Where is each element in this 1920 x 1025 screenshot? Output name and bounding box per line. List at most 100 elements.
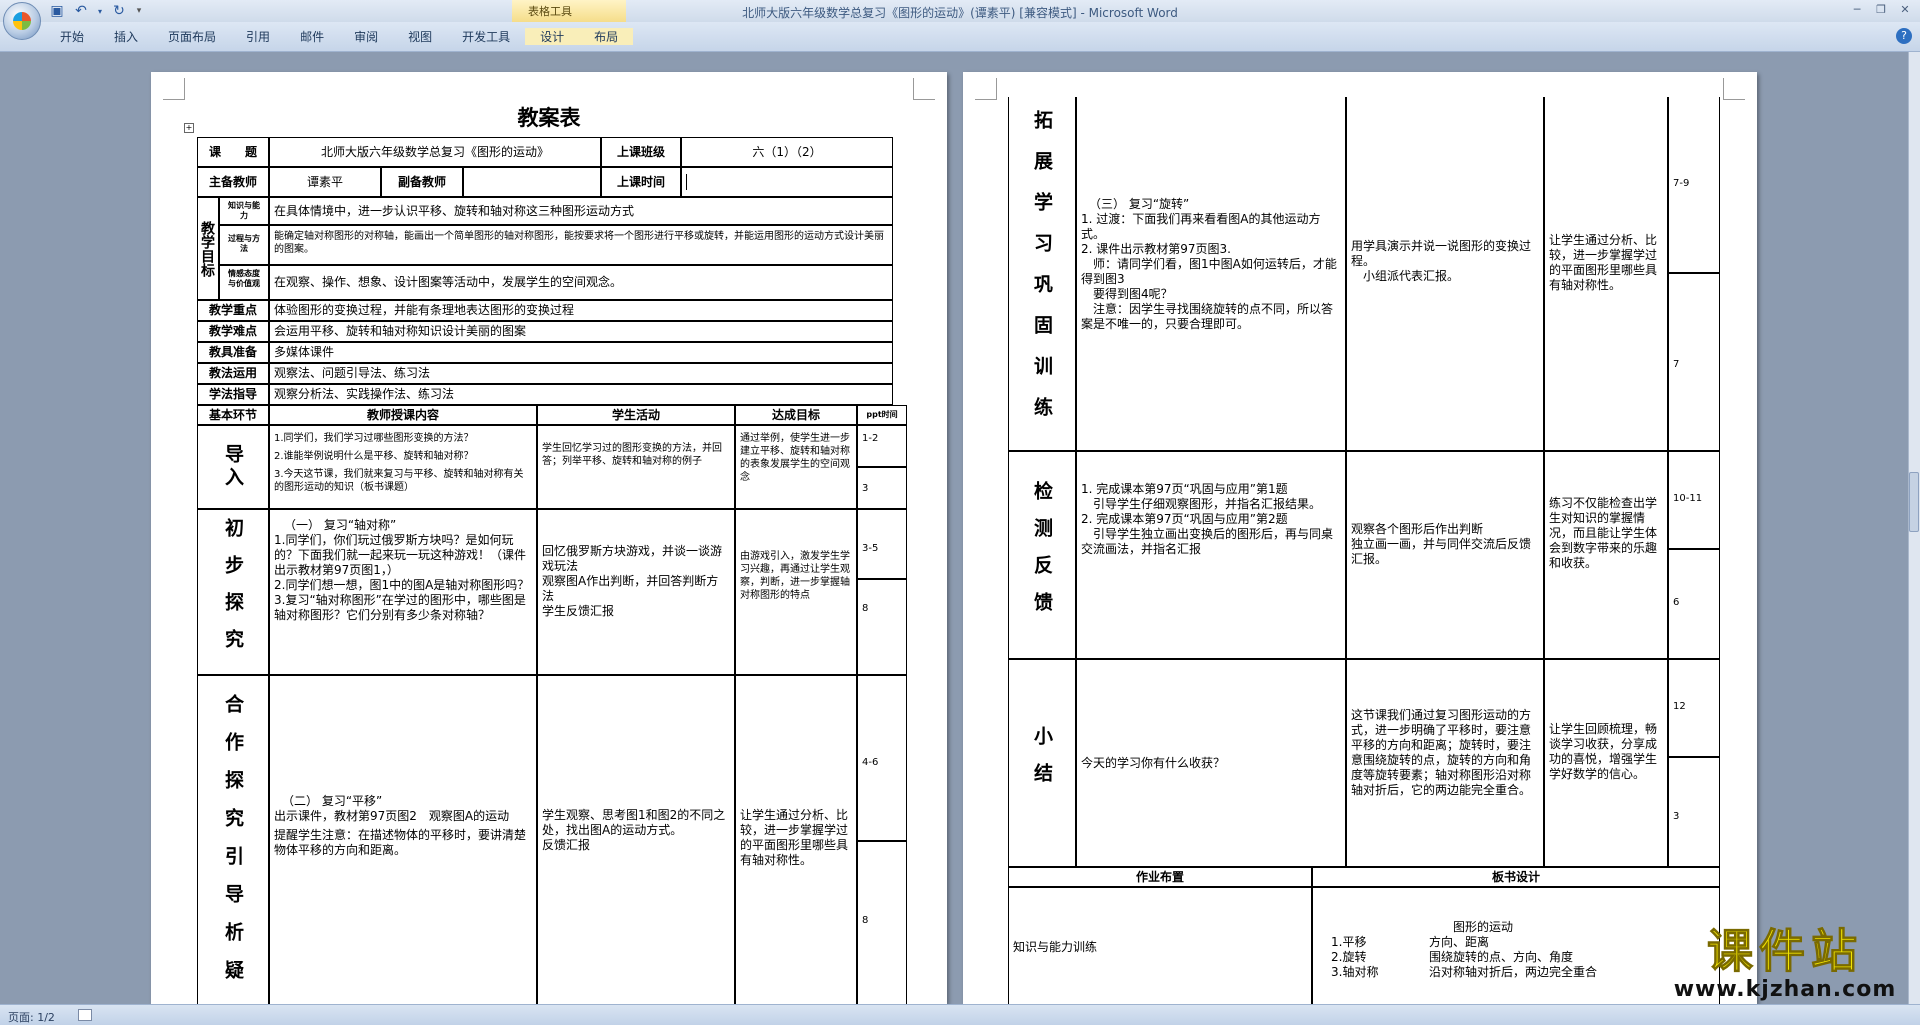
explore-teacher-line: 3.复习“轴对称图形”在学过的图形中，哪些图是轴对称图形？它们分别有多少条对称轴… (274, 593, 526, 622)
tab-review[interactable]: 审阅 (339, 28, 393, 45)
status-bar: 页面: 1/2 (0, 1004, 1920, 1025)
explore-student[interactable]: 回忆俄罗斯方块游戏，并谈一谈游戏玩法 观察图A作出判断，并回答判断方法 学生反馈… (537, 509, 735, 675)
tab-developer[interactable]: 开发工具 (447, 28, 525, 45)
difficulty-text[interactable]: 会运用平移、旋转和轴对称知识设计美丽的图案 (269, 321, 893, 342)
section-practice-text: 拓展学习巩固训练 (1031, 109, 1053, 438)
intro-teacher-line: 2.谁能举例说明什么是平移、旋转和轴对称？ (274, 451, 474, 462)
board-line-desc: 方向、距离 (1429, 935, 1490, 949)
intro-teacher-line: 3.今天这节课，我们就来复习与平移、旋转和轴对称有关的图形运动的知识（板书课题） (274, 469, 524, 493)
tab-page-layout[interactable]: 页面布局 (153, 28, 231, 45)
intro-ppt-2: 3 (857, 467, 907, 509)
col-ppt-time: ppt时间 (857, 405, 907, 425)
summary-goal[interactable]: 让学生回顾梳理，畅谈学习收获，分享成功的喜悦，增强学生学好数学的信心。 (1544, 659, 1668, 867)
explore-teacher-line: （一） 复习“轴对称” (284, 518, 397, 532)
emotion-text[interactable]: 在观察、操作、想象、设计图案等活动中，发展学生的空间观念。 (269, 265, 893, 300)
teaching-method-text[interactable]: 观察法、问题引导法、练习法 (269, 363, 893, 384)
window-title: 北师大版六年级数学总复习《图形的运动》(谭素平) [兼容模式] - Micros… (742, 6, 1178, 20)
time-value[interactable] (681, 167, 893, 197)
page-indicator[interactable]: 页面: 1/2 (8, 1009, 55, 1025)
minimize-icon[interactable]: ─ (1846, 2, 1868, 18)
course-value[interactable]: 北师大版六年级数学总复习《图形的运动》 (269, 137, 601, 167)
crop-mark (1723, 78, 1745, 100)
learning-method-text[interactable]: 观察分析法、实践操作法、练习法 (269, 384, 893, 405)
homework-text[interactable]: 知识与能力训练 (1008, 887, 1312, 1004)
feedback-teacher-line: 2. 完成课本第97页“巩固与应用”第2题 (1081, 512, 1288, 526)
board-line: 2.旋转 围绕旋转的点、方向、角度 (1331, 950, 1715, 965)
ribbon-tabs: 开始 插入 页面布局 引用 邮件 审阅 视图 开发工具 设计 布局 (45, 28, 634, 45)
crop-mark (163, 78, 185, 100)
explore-teacher[interactable]: （一） 复习“轴对称” 1.同学们，你们玩过俄罗斯方块吗？是如何玩的？下面我们就… (269, 509, 537, 675)
difficulty-label: 教学难点 (197, 321, 269, 342)
section-intro-text: 导入 (222, 444, 244, 490)
cooperate-teacher[interactable]: （二） 复习“平移” 出示课件，教材第97页图2 观察图A的运动 提醒学生注意：… (269, 675, 537, 1015)
practice-teacher-line: 1. 过渡：下面我们再来看看图A的其他运动方式。 (1081, 212, 1321, 241)
tab-design[interactable]: 设计 (525, 28, 580, 45)
close-icon[interactable]: ✕ (1894, 2, 1916, 18)
watermark-logo: 课件站 www.kjzhan.com (1665, 925, 1905, 1003)
page-2: 拓展学习巩固训练 （三） 复习“旋转” 1. 过渡：下面我们再来看看图A的其他运… (963, 72, 1757, 1004)
col-goal: 达成目标 (735, 405, 857, 425)
feedback-teacher-line: 引导学生仔细观察图形，并指名汇报结果。 (1081, 497, 1322, 511)
summary-teacher[interactable]: 今天的学习你有什么收获？ (1076, 659, 1346, 867)
cooperate-goal[interactable]: 让学生通过分析、比较，进一步掌握学过的平面图形里哪些具有轴对称性。 (735, 675, 857, 1015)
col-teacher: 教师授课内容 (269, 405, 537, 425)
feedback-teacher[interactable]: 1. 完成课本第97页“巩固与应用”第1题 引导学生仔细观察图形，并指名汇报结果… (1076, 451, 1346, 659)
explore-goal[interactable]: 由游戏引入，激发学生学习兴趣，再通过让学生观察，判断，进一步掌握轴对称图形的特点 (735, 509, 857, 675)
practice-teacher[interactable]: （三） 复习“旋转” 1. 过渡：下面我们再来看看图A的其他运动方式。 2. 课… (1076, 97, 1346, 451)
ribbon: 开始 插入 页面布局 引用 邮件 审阅 视图 开发工具 设计 布局 ? (0, 22, 1920, 52)
knowledge-label: 知识与能力 (219, 197, 269, 225)
feedback-student[interactable]: 观察各个图形后作出判断 独立画一画，并与同伴交流后反馈汇报。 (1346, 451, 1544, 659)
board-label: 板书设计 (1312, 867, 1720, 887)
practice-goal[interactable]: 让学生通过分析、比较，进一步掌握学过的平面图形里哪些具有轴对称性。 (1544, 97, 1668, 451)
tab-insert[interactable]: 插入 (99, 28, 153, 45)
board-line-item: 3.轴对称 (1331, 965, 1379, 979)
col-stage: 基本环节 (197, 405, 269, 425)
cooperate-teacher-line: 提醒学生注意：在描述物体的平移时，要讲清楚物体平移的方向和距离。 (274, 828, 527, 857)
board-design[interactable]: 图形的运动 1.平移 方向、距离 2.旋转 围绕旋转的点、方向、角度 3.轴对称 沿对… (1312, 887, 1720, 1004)
feedback-goal[interactable]: 练习不仅能检查出学生对知识的掌握情况，而且能让学生体会到数字带来的乐趣和收获。 (1544, 451, 1668, 659)
homework-label: 作业布置 (1008, 867, 1312, 887)
page-1: + 教案表 课 题 北师大版六年级数学总复习《图形的运动》 上课班级 六（1）（… (151, 72, 947, 1015)
knowledge-text[interactable]: 在具体情境中，进一步认识平移、旋转和轴对称这三种图形运动方式 (269, 197, 893, 225)
page-title: 教案表 (517, 106, 581, 130)
intro-goal[interactable]: 通过举例，使学生进一步建立平移、旋转和轴对称的表象发展学生的空间观念 (735, 425, 857, 509)
vice-teacher-value[interactable] (463, 167, 601, 197)
cooperate-ppt-1: 4-6 (857, 675, 907, 841)
section-feedback-text: 检测反馈 (1031, 481, 1053, 629)
tab-mailings[interactable]: 邮件 (285, 28, 339, 45)
office-button[interactable] (3, 2, 41, 40)
main-teacher-value[interactable]: 谭素平 (269, 167, 381, 197)
process-text[interactable]: 能确定轴对称图形的对称轴，能画出一个简单图形的轴对称图形，能按要求将一个图形进行… (269, 225, 893, 265)
crop-mark (913, 78, 935, 100)
intro-student[interactable]: 学生回忆学习过的图形变换的方法，并回答；列举平移、旋转和轴对称的例子 (537, 425, 735, 509)
vertical-scrollbar[interactable] (1908, 52, 1920, 1004)
tab-references[interactable]: 引用 (231, 28, 285, 45)
cooperate-teacher-line: 出示课件，教材第97页图2 观察图A的运动 (274, 809, 510, 823)
macro-record-icon[interactable] (78, 1009, 92, 1021)
key-point-text[interactable]: 体验图形的变换过程，并能有条理地表达图形的变换过程 (269, 300, 893, 321)
class-value[interactable]: 六（1）（2） (681, 137, 893, 167)
board-line: 1.平移 方向、距离 (1331, 935, 1715, 950)
goals-label: 教学目标 (197, 197, 219, 300)
tools-label: 教具准备 (197, 342, 269, 363)
section-explore-label: 初步探究 (197, 509, 269, 675)
vice-teacher-label: 副备教师 (381, 167, 463, 197)
crop-mark (975, 78, 997, 100)
help-icon[interactable]: ? (1896, 28, 1912, 44)
tab-home[interactable]: 开始 (45, 28, 99, 45)
tools-text[interactable]: 多媒体课件 (269, 342, 893, 363)
board-line-desc: 围绕旋转的点、方向、角度 (1429, 950, 1574, 964)
practice-ppt-2: 7 (1668, 273, 1720, 451)
maximize-icon[interactable]: ❐ (1870, 2, 1892, 18)
tab-view[interactable]: 视图 (393, 28, 447, 45)
feedback-teacher-line: 引导学生独立画出变换后的图形后，再与同桌交流画法，并指名汇报 (1081, 527, 1334, 556)
practice-student[interactable]: 用学具演示并说一说图形的变换过程。 小组派代表汇报。 (1346, 97, 1544, 451)
board-line-desc: 沿对称轴对折后，两边完全重合 (1429, 965, 1598, 979)
scrollbar-thumb[interactable] (1909, 472, 1919, 532)
intro-teacher[interactable]: 1.同学们，我们学习过哪些图形变换的方法？ 2.谁能举例说明什么是平移、旋转和轴… (269, 425, 537, 509)
section-intro-label: 导入 (197, 425, 269, 509)
tab-layout[interactable]: 布局 (579, 28, 634, 45)
practice-teacher-line: （三） 复习“旋转” (1089, 197, 1190, 211)
cooperate-student[interactable]: 学生观察、思考图1和图2的不同之处，找出图A的运动方式。 反馈汇报 (537, 675, 735, 1015)
summary-student[interactable]: 这节课我们通过复习图形运动的方式，进一步明确了平移时，要注意平移的方向和距离；旋… (1346, 659, 1544, 867)
